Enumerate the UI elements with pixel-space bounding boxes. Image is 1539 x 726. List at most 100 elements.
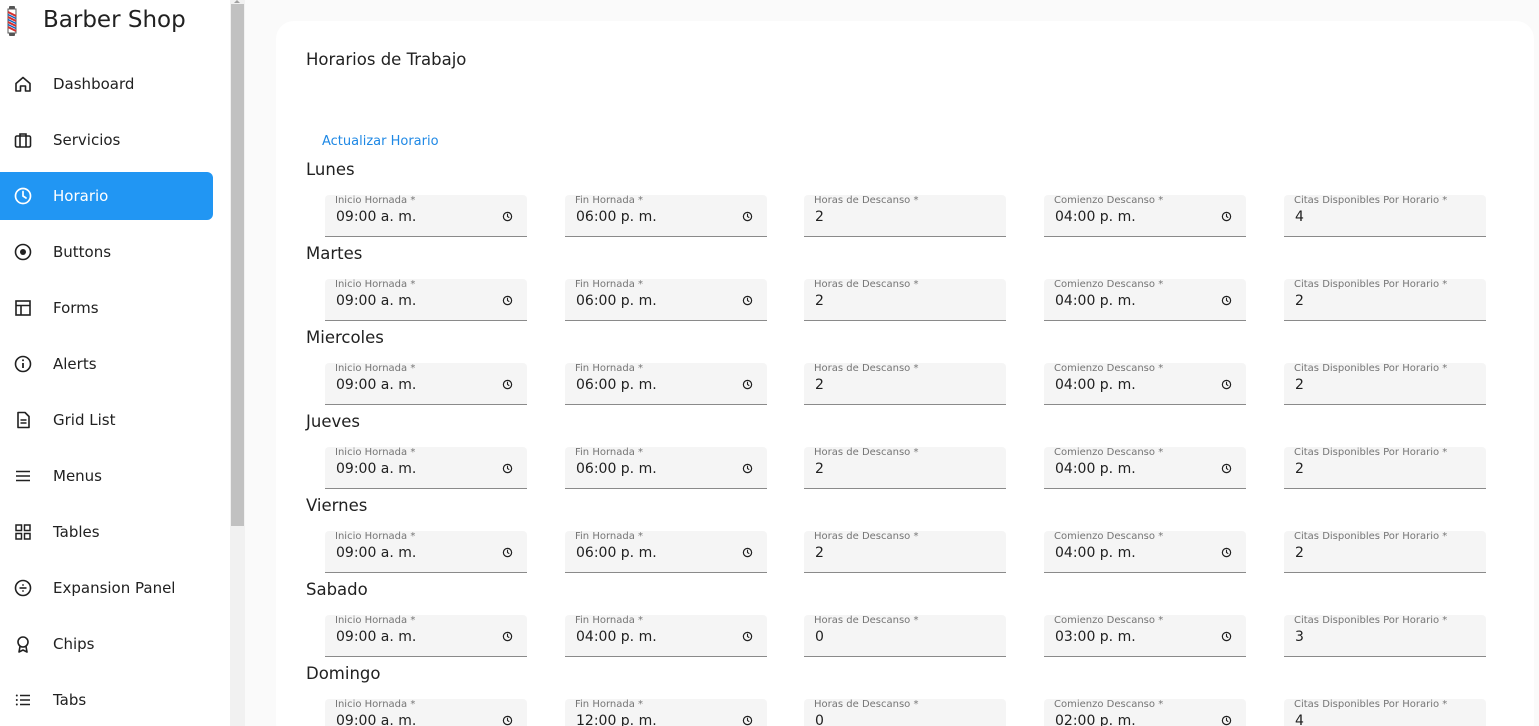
available-slots-field[interactable]: Citas Disponibles Por Horario * 2	[1284, 279, 1486, 321]
sidebar-item-grid-list[interactable]: Grid List	[0, 396, 213, 444]
field-value[interactable]: 04:00 p. m.	[1055, 377, 1136, 393]
field-value[interactable]: 2	[815, 545, 824, 561]
sidebar-item-expansion-panel[interactable]: Expansion Panel	[0, 564, 213, 612]
field-value[interactable]: 09:00 a. m.	[336, 209, 416, 225]
break-hours-field[interactable]: Horas de Descanso * 0	[804, 699, 1006, 726]
available-slots-field[interactable]: Citas Disponibles Por Horario * 4	[1284, 195, 1486, 237]
field-value[interactable]: 2	[815, 377, 824, 393]
end-time-field[interactable]: Fin Hornada * 06:00 p. m.	[565, 363, 767, 405]
field-value[interactable]: 06:00 p. m.	[576, 209, 657, 225]
available-slots-field[interactable]: Citas Disponibles Por Horario * 2	[1284, 363, 1486, 405]
clock-icon[interactable]	[1221, 379, 1232, 390]
field-value[interactable]: 02:00 p. m.	[1055, 713, 1136, 726]
sidebar-item-dashboard[interactable]: Dashboard	[0, 60, 213, 108]
sidebar-item-tables[interactable]: Tables	[0, 508, 213, 556]
sidebar-item-menus[interactable]: Menus	[0, 452, 213, 500]
clock-icon[interactable]	[742, 463, 753, 474]
field-value[interactable]: 2	[815, 293, 824, 309]
end-time-field[interactable]: Fin Hornada * 04:00 p. m.	[565, 615, 767, 657]
start-time-field[interactable]: Inicio Hornada * 09:00 a. m.	[325, 195, 527, 237]
field-value[interactable]: 2	[815, 461, 824, 477]
clock-icon[interactable]	[502, 295, 513, 306]
field-value[interactable]: 04:00 p. m.	[1055, 461, 1136, 477]
clock-icon[interactable]	[502, 631, 513, 642]
field-value[interactable]: 2	[815, 209, 824, 225]
end-time-field[interactable]: Fin Hornada * 06:00 p. m.	[565, 279, 767, 321]
clock-icon[interactable]	[502, 379, 513, 390]
start-time-field[interactable]: Inicio Hornada * 09:00 a. m.	[325, 531, 527, 573]
break-start-field[interactable]: Comienzo Descanso * 04:00 p. m.	[1044, 279, 1246, 321]
sidebar-item-servicios[interactable]: Servicios	[0, 116, 213, 164]
break-start-field[interactable]: Comienzo Descanso * 04:00 p. m.	[1044, 195, 1246, 237]
sidebar-item-forms[interactable]: Forms	[0, 284, 213, 332]
field-value[interactable]: 09:00 a. m.	[336, 461, 416, 477]
update-schedule-button[interactable]: Actualizar Horario	[322, 134, 439, 149]
available-slots-field[interactable]: Citas Disponibles Por Horario * 4	[1284, 699, 1486, 726]
field-value[interactable]: 09:00 a. m.	[336, 293, 416, 309]
field-value[interactable]: 03:00 p. m.	[1055, 629, 1136, 645]
clock-icon[interactable]	[1221, 631, 1232, 642]
field-value[interactable]: 06:00 p. m.	[576, 293, 657, 309]
field-value[interactable]: 04:00 p. m.	[1055, 293, 1136, 309]
sidebar-item-chips[interactable]: Chips	[0, 620, 213, 668]
end-time-field[interactable]: Fin Hornada * 06:00 p. m.	[565, 195, 767, 237]
start-time-field[interactable]: Inicio Hornada * 09:00 a. m.	[325, 363, 527, 405]
break-start-field[interactable]: Comienzo Descanso * 04:00 p. m.	[1044, 363, 1246, 405]
sidebar-item-tabs[interactable]: Tabs	[0, 676, 213, 724]
clock-icon[interactable]	[1221, 547, 1232, 558]
clock-icon[interactable]	[502, 211, 513, 222]
end-time-field[interactable]: Fin Hornada * 06:00 p. m.	[565, 531, 767, 573]
field-value[interactable]: 2	[1295, 377, 1304, 393]
clock-icon[interactable]	[1221, 295, 1232, 306]
field-value[interactable]: 06:00 p. m.	[576, 545, 657, 561]
break-start-field[interactable]: Comienzo Descanso * 03:00 p. m.	[1044, 615, 1246, 657]
field-value[interactable]: 04:00 p. m.	[1055, 209, 1136, 225]
clock-icon[interactable]	[502, 715, 513, 726]
field-value[interactable]: 09:00 a. m.	[336, 713, 416, 726]
sidebar-item-alerts[interactable]: Alerts	[0, 340, 213, 388]
field-value[interactable]: 04:00 p. m.	[576, 629, 657, 645]
sidebar-item-horario[interactable]: Horario	[0, 172, 213, 220]
clock-icon[interactable]	[742, 547, 753, 558]
start-time-field[interactable]: Inicio Hornada * 09:00 a. m.	[325, 279, 527, 321]
start-time-field[interactable]: Inicio Hornada * 09:00 a. m.	[325, 615, 527, 657]
clock-icon[interactable]	[742, 631, 753, 642]
field-value[interactable]: 2	[1295, 461, 1304, 477]
break-hours-field[interactable]: Horas de Descanso * 0	[804, 615, 1006, 657]
available-slots-field[interactable]: Citas Disponibles Por Horario * 3	[1284, 615, 1486, 657]
start-time-field[interactable]: Inicio Hornada * 09:00 a. m.	[325, 447, 527, 489]
break-hours-field[interactable]: Horas de Descanso * 2	[804, 447, 1006, 489]
clock-icon[interactable]	[742, 379, 753, 390]
clock-icon[interactable]	[1221, 211, 1232, 222]
field-value[interactable]: 0	[815, 713, 824, 726]
clock-icon[interactable]	[742, 715, 753, 726]
available-slots-field[interactable]: Citas Disponibles Por Horario * 2	[1284, 531, 1486, 573]
break-hours-field[interactable]: Horas de Descanso * 2	[804, 195, 1006, 237]
field-value[interactable]: 09:00 a. m.	[336, 377, 416, 393]
break-hours-field[interactable]: Horas de Descanso * 2	[804, 363, 1006, 405]
field-value[interactable]: 09:00 a. m.	[336, 629, 416, 645]
end-time-field[interactable]: Fin Hornada * 06:00 p. m.	[565, 447, 767, 489]
field-value[interactable]: 4	[1295, 209, 1304, 225]
scroll-up-arrow[interactable]	[234, 0, 240, 3]
break-start-field[interactable]: Comienzo Descanso * 04:00 p. m.	[1044, 447, 1246, 489]
field-value[interactable]: 0	[815, 629, 824, 645]
clock-icon[interactable]	[1221, 715, 1232, 726]
clock-icon[interactable]	[1221, 463, 1232, 474]
break-hours-field[interactable]: Horas de Descanso * 2	[804, 531, 1006, 573]
field-value[interactable]: 3	[1295, 629, 1304, 645]
field-value[interactable]: 2	[1295, 293, 1304, 309]
field-value[interactable]: 12:00 p. m.	[576, 713, 657, 726]
break-start-field[interactable]: Comienzo Descanso * 04:00 p. m.	[1044, 531, 1246, 573]
end-time-field[interactable]: Fin Hornada * 12:00 p. m.	[565, 699, 767, 726]
clock-icon[interactable]	[502, 547, 513, 558]
available-slots-field[interactable]: Citas Disponibles Por Horario * 2	[1284, 447, 1486, 489]
field-value[interactable]: 09:00 a. m.	[336, 545, 416, 561]
break-start-field[interactable]: Comienzo Descanso * 02:00 p. m.	[1044, 699, 1246, 726]
sidebar-item-buttons[interactable]: Buttons	[0, 228, 213, 276]
clock-icon[interactable]	[742, 295, 753, 306]
break-hours-field[interactable]: Horas de Descanso * 2	[804, 279, 1006, 321]
field-value[interactable]: 4	[1295, 713, 1304, 726]
field-value[interactable]: 04:00 p. m.	[1055, 545, 1136, 561]
start-time-field[interactable]: Inicio Hornada * 09:00 a. m.	[325, 699, 527, 726]
